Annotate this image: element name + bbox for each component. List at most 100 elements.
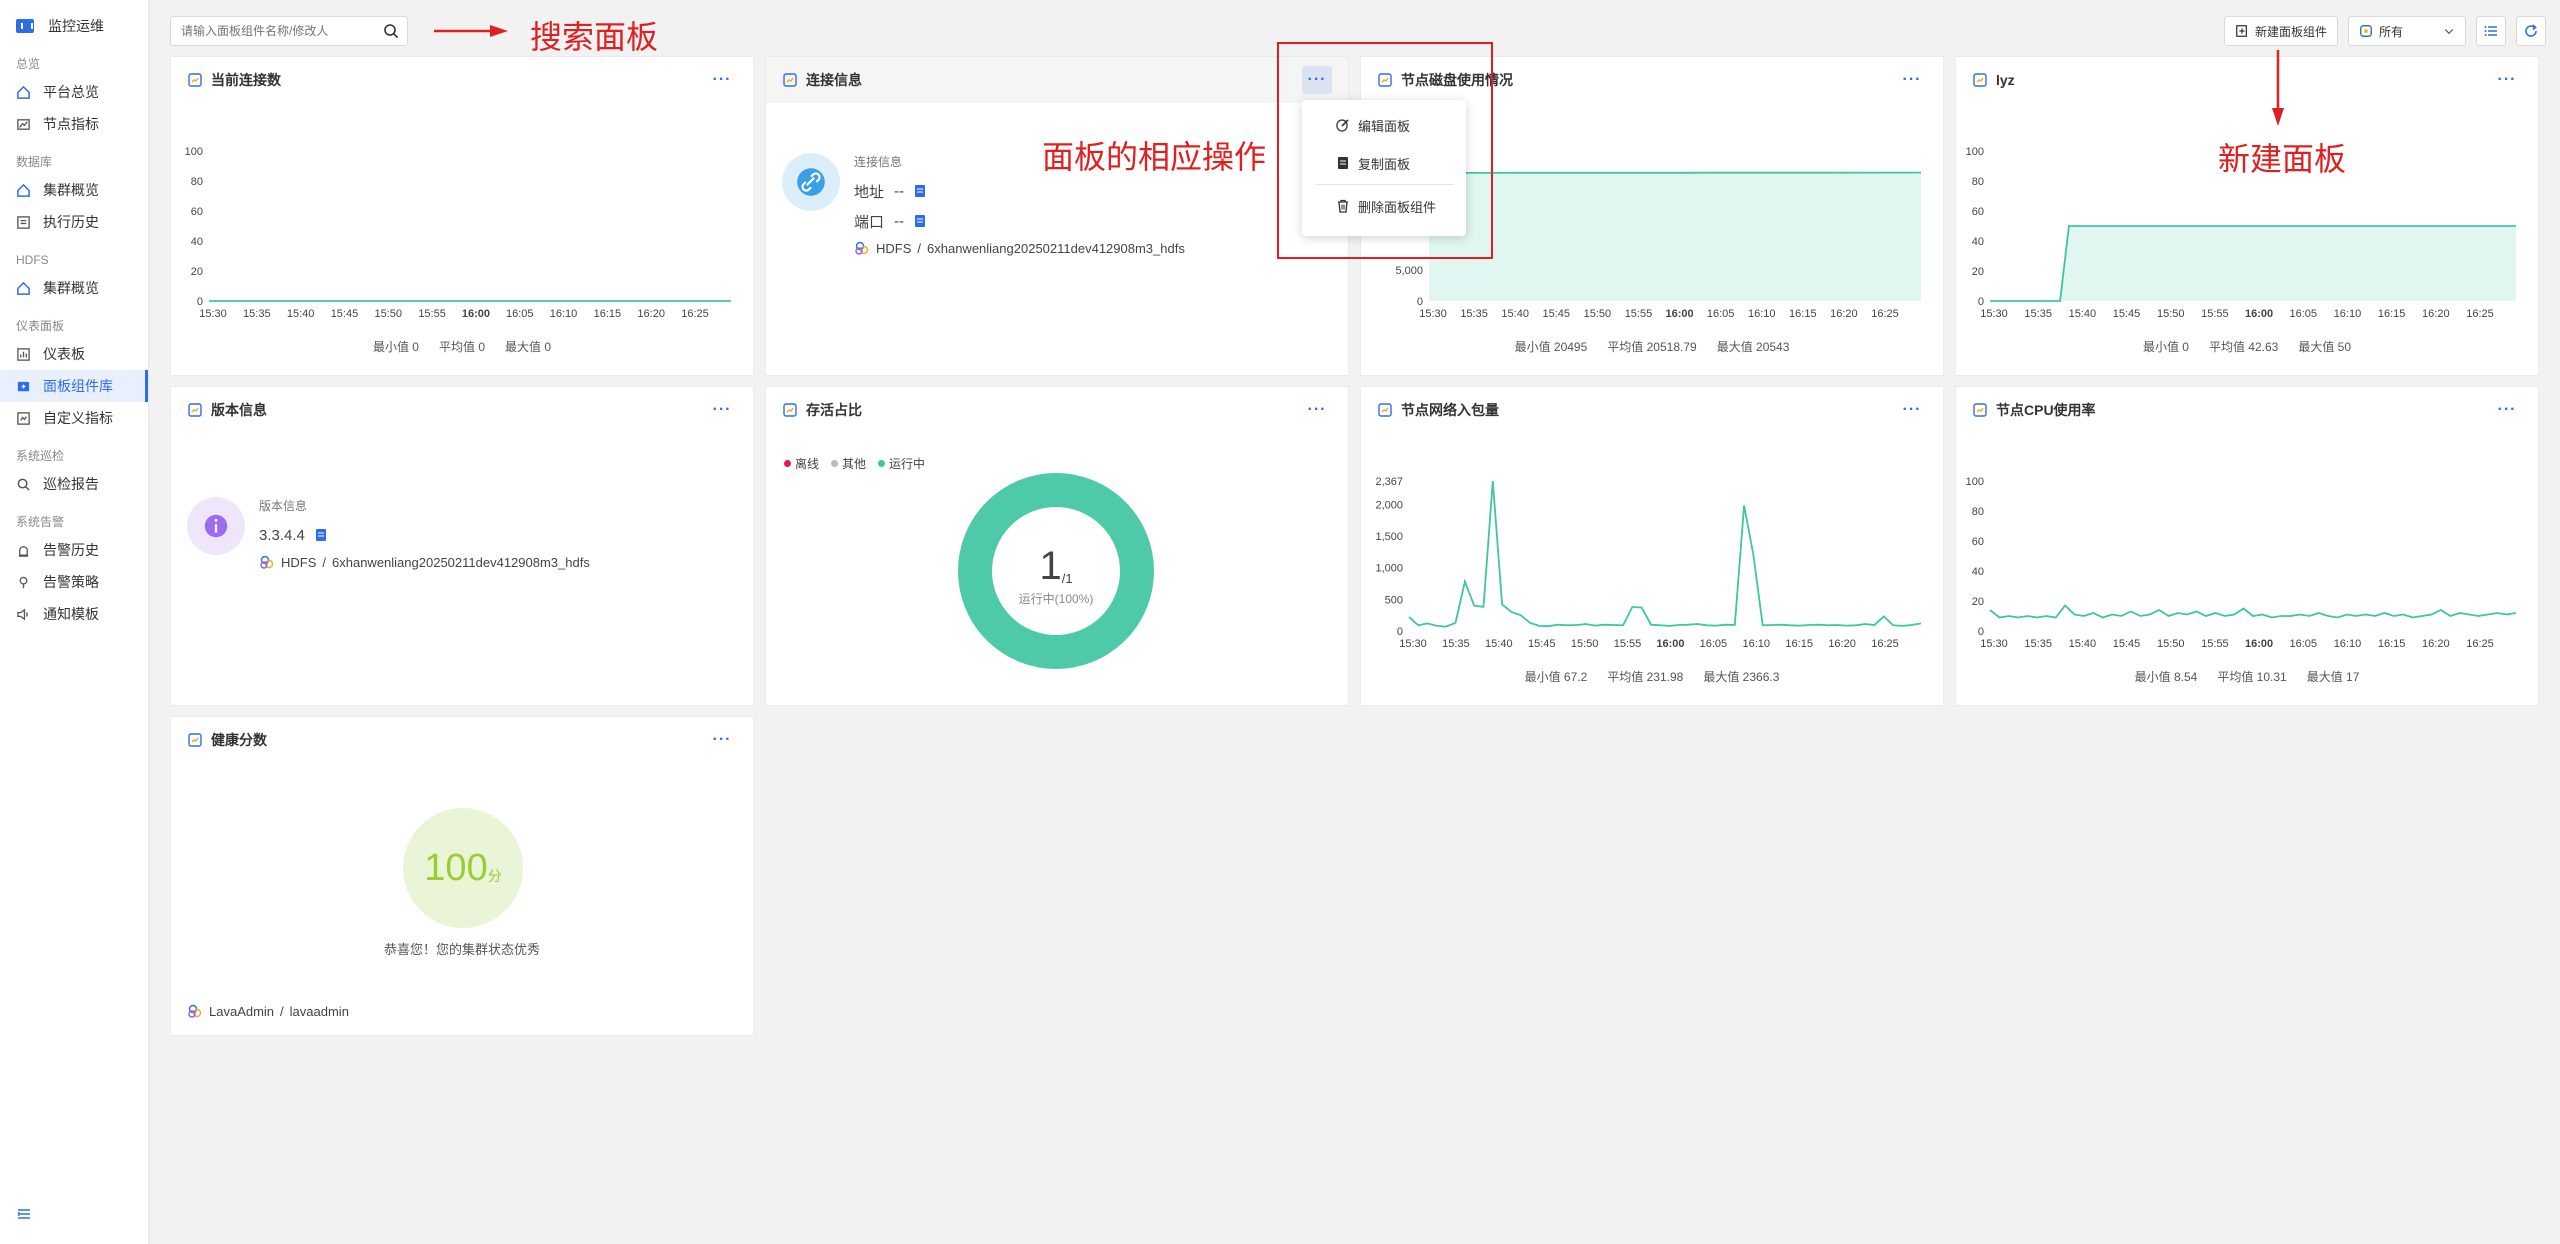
- legend-item-running[interactable]: 运行中: [878, 455, 925, 472]
- brand-title: 监控运维: [48, 18, 104, 34]
- sidebar-item-notify-template[interactable]: 通知模板: [0, 598, 148, 630]
- panel-title: 版本信息: [211, 402, 267, 418]
- brand[interactable]: 监控运维: [0, 0, 148, 52]
- x-tick-label: 16:25: [2466, 638, 2494, 650]
- panel-lyz: lyz ··· 0 20 40 60 80 100 15:30 15:35 15:40 15:45…: [1955, 56, 2539, 376]
- nav-group-title: 总览: [16, 57, 41, 71]
- y-tick-label: 1,500: [1375, 531, 1403, 543]
- info-label: 版本信息: [259, 499, 308, 513]
- new-panel-button[interactable]: 新建面板组件: [2223, 16, 2338, 46]
- sidebar-item-db-cluster-overview[interactable]: 集群概览: [0, 174, 148, 206]
- collapse-menu-icon[interactable]: [16, 1206, 32, 1222]
- x-tick-label: 15:30: [1980, 638, 2008, 650]
- sidebar-item-inspection-report[interactable]: 巡检报告: [0, 468, 148, 500]
- x-tick-label: 15:55: [2201, 638, 2229, 650]
- chart-icon: [17, 118, 30, 130]
- y-tick-label: 100: [1966, 146, 1984, 158]
- copy-icon[interactable]: [914, 184, 926, 198]
- panel-network-in: 节点网络入包量 ··· 0 500 1,000 1,500 2,000 2,367 15:3…: [1360, 386, 1944, 706]
- y-tick-label: 2,367: [1375, 476, 1403, 488]
- more-actions-button[interactable]: ···: [707, 66, 737, 94]
- copy-icon[interactable]: [315, 528, 327, 542]
- x-tick-label: 15:30: [199, 308, 227, 320]
- sidebar-item-dashboard[interactable]: 仪表板: [0, 338, 148, 370]
- x-tick-label: 16:00: [2245, 308, 2273, 320]
- y-tick-label: 40: [1972, 566, 1984, 578]
- health-message: 恭喜您！您的集群状态优秀: [383, 942, 540, 957]
- panel-alive-ratio: 存活占比 ··· 离线 其他 运行中 1/1 运行中(100%): [765, 386, 1349, 706]
- x-tick-label: 16:20: [2422, 308, 2450, 320]
- filter-select[interactable]: 所有: [2348, 16, 2466, 46]
- more-actions-button[interactable]: ···: [707, 396, 737, 424]
- stat-avg: 平均值 10.31: [2217, 670, 2287, 684]
- sidebar-item-node-metrics[interactable]: 节点指标: [0, 108, 148, 140]
- panel-stats: 最小值 20495 平均值 20518.79 最大值 20543: [1361, 338, 1943, 355]
- y-tick-label: 60: [1972, 206, 1984, 218]
- y-tick-label: 40: [191, 236, 203, 248]
- panel-icon: [1378, 403, 1392, 417]
- sidebar-item-custom-metrics[interactable]: 自定义指标: [0, 402, 148, 434]
- panel-health-score: 健康分数 ··· 100 分 恭喜您！您的集群状态优秀 LavaAdmin / …: [170, 716, 754, 1036]
- y-tick-label: 100: [1966, 476, 1984, 488]
- legend-item-offline[interactable]: 离线: [784, 455, 819, 472]
- panel-title: 节点网络入包量: [1401, 402, 1499, 418]
- list-icon: [2484, 26, 2497, 36]
- legend-item-other[interactable]: 其他: [831, 455, 866, 472]
- sidebar-item-hdfs-cluster-overview[interactable]: 集群概览: [0, 272, 148, 304]
- network-chart: 0 500 1,000 1,500 2,000 2,367 15:30 15:35 15:40 1…: [1375, 476, 1922, 650]
- sidebar-item-platform-overview[interactable]: 平台总览: [0, 76, 148, 108]
- sidebar-item-label: 通知模板: [43, 606, 99, 622]
- sidebar-item-label: 节点指标: [43, 116, 99, 132]
- nav-group-title: 数据库: [16, 155, 53, 169]
- panel-header: 健康分数 ···: [171, 717, 753, 763]
- more-actions-button[interactable]: ···: [707, 726, 737, 754]
- y-tick-label: 0: [197, 296, 203, 308]
- panel-header: 版本信息 ···: [171, 387, 753, 433]
- x-tick-label: 16:05: [506, 308, 534, 320]
- x-tick-label: 15:35: [1460, 308, 1488, 320]
- x-tick-label: 16:20: [1830, 308, 1858, 320]
- x-tick-label: 15:35: [243, 308, 271, 320]
- more-actions-button[interactable]: ···: [1897, 66, 1927, 94]
- search-box[interactable]: [170, 16, 408, 46]
- port-label: 端口: [854, 213, 885, 231]
- info-icon: [187, 497, 245, 555]
- sidebar-item-exec-history[interactable]: 执行历史: [0, 206, 148, 238]
- sidebar-item-alert-policy[interactable]: 告警策略: [0, 566, 148, 598]
- more-actions-button[interactable]: ···: [1302, 396, 1332, 424]
- donut-center-value: 1/1: [1039, 544, 1072, 588]
- y-tick-label: 5,000: [1395, 265, 1423, 277]
- x-tick-label: 15:55: [1625, 308, 1653, 320]
- y-tick-label: 100: [185, 146, 203, 158]
- y-tick-label: 80: [191, 176, 203, 188]
- search-icon[interactable]: [383, 23, 399, 39]
- more-actions-button[interactable]: ···: [2492, 66, 2522, 94]
- series-area: [1429, 172, 1921, 301]
- search-input[interactable]: [171, 17, 383, 45]
- refresh-button[interactable]: [2516, 16, 2546, 46]
- stat-max: 最大值 50: [2298, 340, 2352, 354]
- more-actions-button[interactable]: ···: [1897, 396, 1927, 424]
- stat-max: 最大值 2366.3: [1703, 670, 1780, 684]
- panel-icon: [188, 733, 202, 747]
- x-tick-label: 16:05: [1700, 638, 1728, 650]
- y-tick-label: 40: [1972, 236, 1984, 248]
- sidebar-item-panel-library[interactable]: 面板组件库: [0, 370, 148, 402]
- sidebar-item-label: 仪表板: [43, 346, 85, 362]
- panel-title: 当前连接数: [211, 72, 281, 88]
- x-tick-label: 16:00: [2245, 638, 2273, 650]
- user-icon: [188, 1004, 202, 1018]
- x-tick-label: 16:20: [1828, 638, 1856, 650]
- more-actions-button[interactable]: ···: [2492, 396, 2522, 424]
- sidebar: 监控运维 总览 平台总览 节点指标 数据库 集群概览 执行历史 HDFS 集群概…: [0, 0, 149, 1244]
- list-view-button[interactable]: [2476, 16, 2506, 46]
- x-tick-label: 15:30: [1399, 638, 1427, 650]
- panel-header: 存活占比 ···: [766, 387, 1348, 433]
- copy-icon[interactable]: [914, 214, 926, 228]
- sidebar-item-label: 执行历史: [43, 214, 99, 230]
- stat-min: 最小值 8.54: [2134, 670, 2198, 684]
- sidebar-item-alert-history[interactable]: 告警历史: [0, 534, 148, 566]
- x-tick-label: 15:50: [2157, 638, 2185, 650]
- panel-title: 存活占比: [806, 402, 862, 418]
- monitor-icon: [16, 19, 34, 33]
